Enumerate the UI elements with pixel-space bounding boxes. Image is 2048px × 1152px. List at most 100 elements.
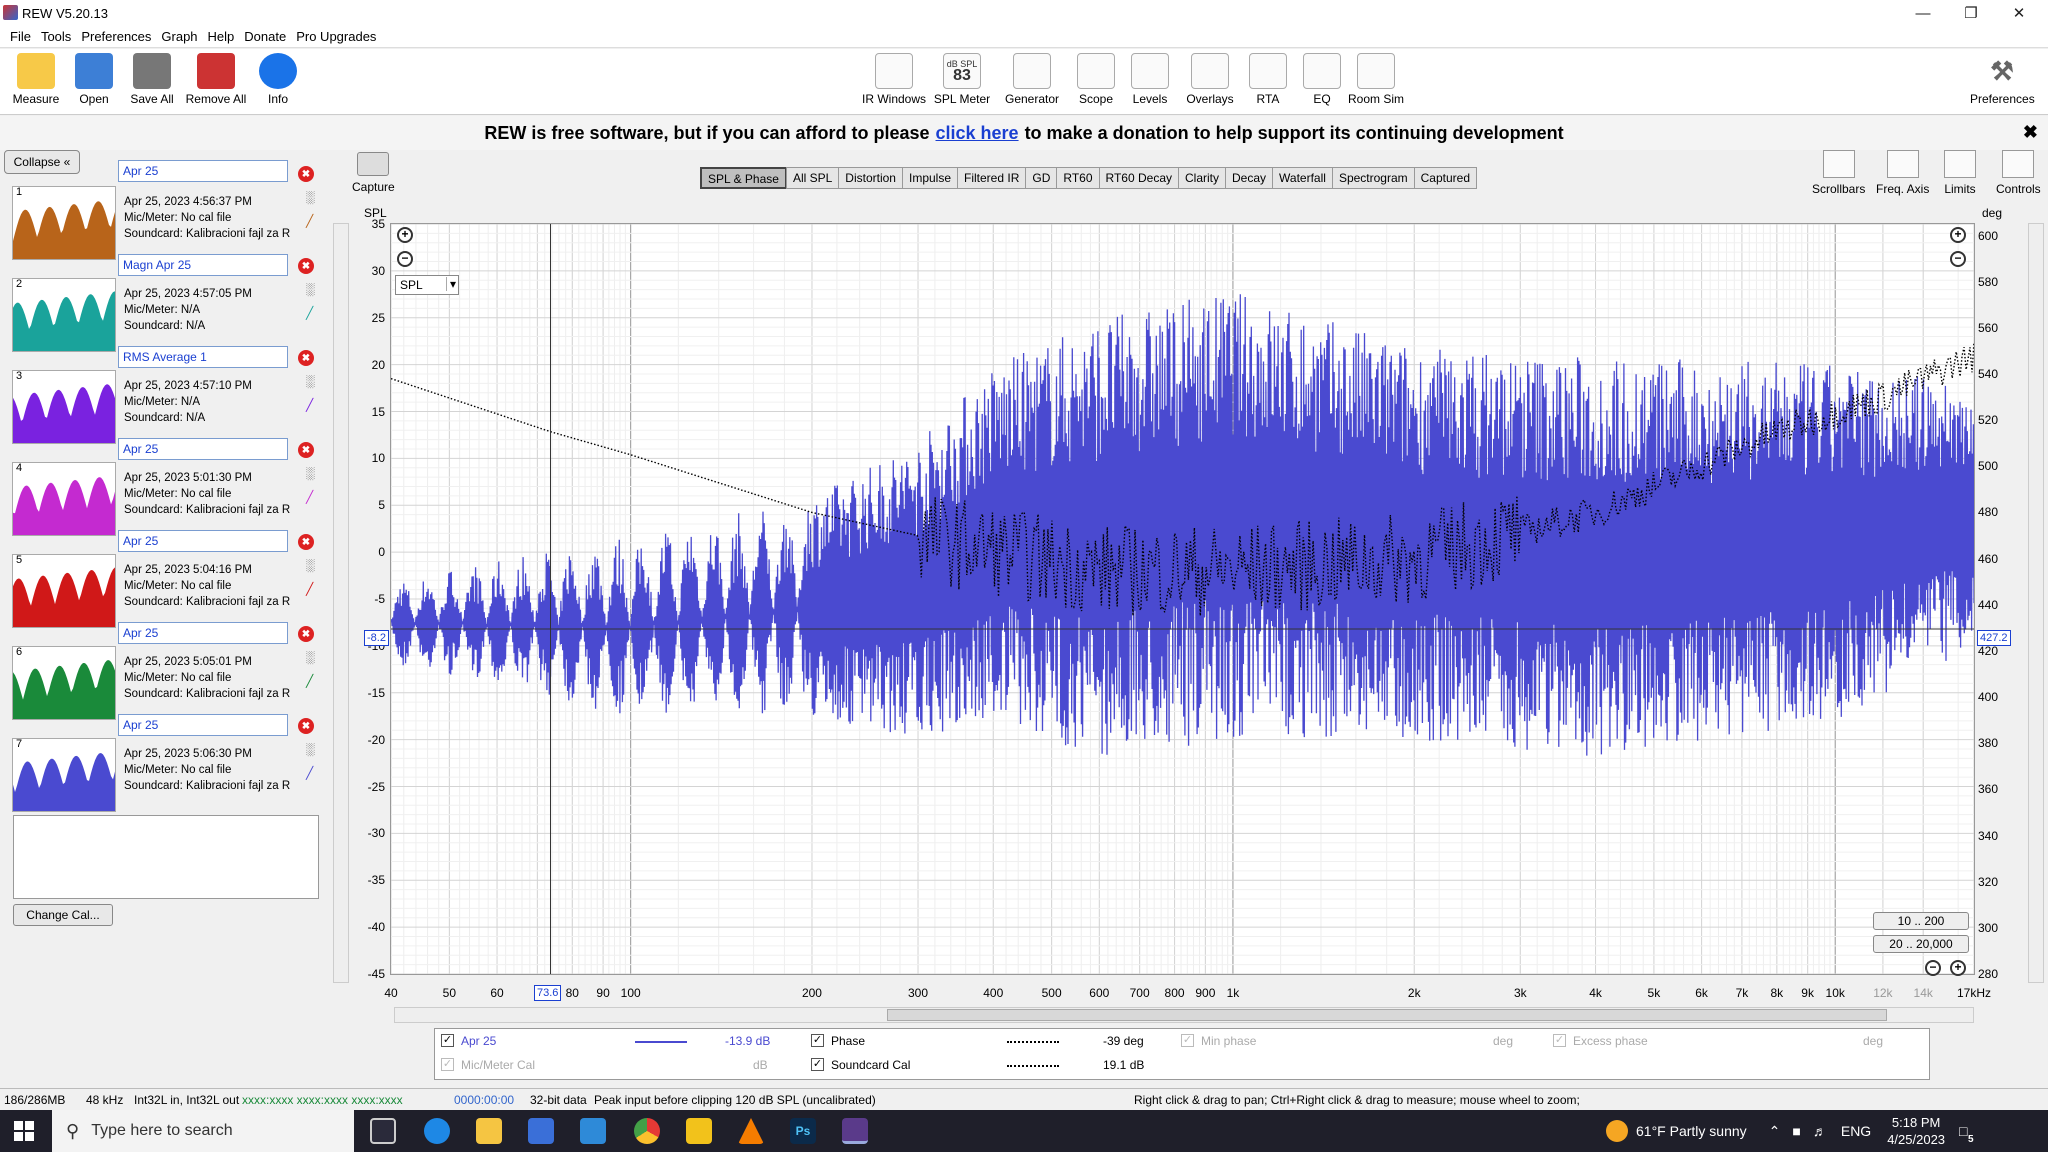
restore-button[interactable]: ❐ [1948,0,1994,26]
measurement-name-input[interactable]: Apr 25 [118,438,288,460]
overlays-button[interactable]: Overlays [1178,53,1242,106]
pen-icon[interactable]: ╱ [306,582,322,596]
donate-link[interactable]: click here [936,123,1019,144]
tab-waterfall[interactable]: Waterfall [1272,167,1333,189]
menu-graph[interactable]: Graph [161,29,197,44]
graph-icon[interactable]: ░ [306,282,322,296]
file-explorer-icon[interactable] [476,1118,502,1144]
graph-icon[interactable]: ░ [306,558,322,572]
remove-measurement-icon[interactable]: ✖ [298,166,314,182]
range-20-20000-button[interactable]: 20 .. 20,000 [1873,935,1969,953]
spl-meter-button[interactable]: dB SPL 83 SPL Meter [930,53,994,106]
windows-start-icon[interactable] [14,1121,34,1141]
menu-tools[interactable]: Tools [41,29,71,44]
tab-distortion[interactable]: Distortion [838,167,903,189]
limits-button[interactable]: Limits [1944,150,1976,196]
tab-spectrogram[interactable]: Spectrogram [1331,167,1415,189]
menu-help[interactable]: Help [208,29,235,44]
tab-filtered-ir[interactable]: Filtered IR [957,167,1027,189]
spl-phase-graph[interactable] [390,223,1975,975]
legend-checkbox[interactable]: ✓ [441,1034,454,1047]
close-button[interactable]: ✕ [1996,0,2042,26]
edge-icon[interactable] [424,1118,450,1144]
legend-checkbox[interactable]: ✓ [1181,1034,1194,1047]
pen-icon[interactable]: ╱ [306,674,322,688]
sticky-notes-icon[interactable] [686,1118,712,1144]
tab-rt60-decay[interactable]: RT60 Decay [1098,167,1179,189]
weather-text[interactable]: 61°F Partly sunny [1636,1123,1747,1139]
tab-impulse[interactable]: Impulse [901,167,959,189]
menu-donate[interactable]: Donate [244,29,286,44]
measurement-name-input[interactable]: Apr 25 [118,714,288,736]
legend-checkbox[interactable]: ✓ [811,1034,824,1047]
measurement-name-input[interactable]: Apr 25 [118,530,288,552]
save-all-button[interactable]: Save All [120,53,184,106]
remove-measurement-icon[interactable]: ✖ [298,534,314,550]
tab-rt60[interactable]: RT60 [1056,167,1100,189]
tab-decay[interactable]: Decay [1225,167,1274,189]
collapse-button[interactable]: Collapse « [4,150,80,174]
generator-button[interactable]: Generator [1000,53,1064,106]
capture-button[interactable]: Capture [352,152,395,194]
language-indicator[interactable]: ENG [1841,1123,1871,1139]
open-button[interactable]: Open [62,53,126,106]
taskbar-search[interactable]: ⚲ Type here to search [52,1110,354,1152]
rew-taskbar-icon[interactable] [842,1118,868,1144]
graph-icon[interactable]: ░ [306,650,322,664]
pen-icon[interactable]: ╱ [306,490,322,504]
pen-icon[interactable]: ╱ [306,398,322,412]
legend-checkbox[interactable]: ✓ [811,1058,824,1071]
minimize-button[interactable]: — [1900,0,1946,26]
spl-select[interactable]: SPL ▾ [395,275,459,295]
network-icon[interactable]: ■ [1792,1123,1800,1139]
measurement-name-input[interactable]: Magn Apr 25 [118,254,288,276]
remove-measurement-icon[interactable]: ✖ [298,626,314,642]
change-cal-button[interactable]: Change Cal... [13,904,113,926]
speaker-icon[interactable]: ♬ [1813,1123,1827,1139]
freq-axis-button[interactable]: Freq. Axis [1876,150,1929,196]
x-zoom-out-icon[interactable]: − [1925,960,1941,976]
tray-chevron-icon[interactable]: ⌃ [1769,1123,1781,1140]
scrollbars-button[interactable]: Scrollbars [1812,150,1865,196]
tab-spl-phase[interactable]: SPL & Phase [700,167,787,189]
ir-windows-button[interactable]: IR Windows [862,53,926,106]
pen-icon[interactable]: ╱ [306,766,322,780]
legend-checkbox[interactable]: ✓ [1553,1034,1566,1047]
graph-icon[interactable]: ░ [306,742,322,756]
weather-icon[interactable] [1606,1120,1628,1142]
tab-clarity[interactable]: Clarity [1178,167,1227,189]
levels-button[interactable]: Levels [1118,53,1182,106]
tab-all-spl[interactable]: All SPL [785,167,840,189]
left-axis-scrollbar[interactable] [333,223,349,983]
mail-icon[interactable] [580,1118,606,1144]
tab-gd[interactable]: GD [1025,167,1058,189]
scrollbar-thumb[interactable] [887,1009,1887,1021]
chrome-icon[interactable] [634,1118,660,1144]
measurement-name-input[interactable]: RMS Average 1 [118,346,288,368]
measurement-name-input[interactable]: Apr 25 [118,622,288,644]
frequency-scrollbar[interactable] [394,1007,1974,1023]
menu-pro-upgrades[interactable]: Pro Upgrades [296,29,376,44]
zoom-out-right-icon[interactable]: − [1950,251,1966,267]
controls-button[interactable]: Controls [1996,150,2041,196]
photoshop-icon[interactable]: Ps [790,1118,816,1144]
store-icon[interactable] [528,1118,554,1144]
remove-measurement-icon[interactable]: ✖ [298,718,314,734]
remove-all-button[interactable]: Remove All [184,53,248,106]
measurement-item[interactable]: 7 Apr 25, 2023 5:06:30 PM Mic/Meter: No ca… [8,734,326,826]
menu-file[interactable]: File [10,29,31,44]
pen-icon[interactable]: ╱ [306,214,322,228]
menu-preferences[interactable]: Preferences [81,29,151,44]
banner-close-icon[interactable]: ✖ [2023,122,2038,143]
range-10-200-button[interactable]: 10 .. 200 [1873,912,1969,930]
graph-icon[interactable]: ░ [306,190,322,204]
task-view-icon[interactable] [370,1118,396,1144]
right-axis-scrollbar[interactable] [2028,223,2044,983]
tab-captured[interactable]: Captured [1413,167,1478,189]
graph-icon[interactable]: ░ [306,466,322,480]
pen-icon[interactable]: ╱ [306,306,322,320]
graph-icon[interactable]: ░ [306,374,322,388]
clock[interactable]: 5:18 PM 4/25/2023 [1887,1114,1945,1148]
info-button[interactable]: Info [246,53,310,106]
remove-measurement-icon[interactable]: ✖ [298,350,314,366]
